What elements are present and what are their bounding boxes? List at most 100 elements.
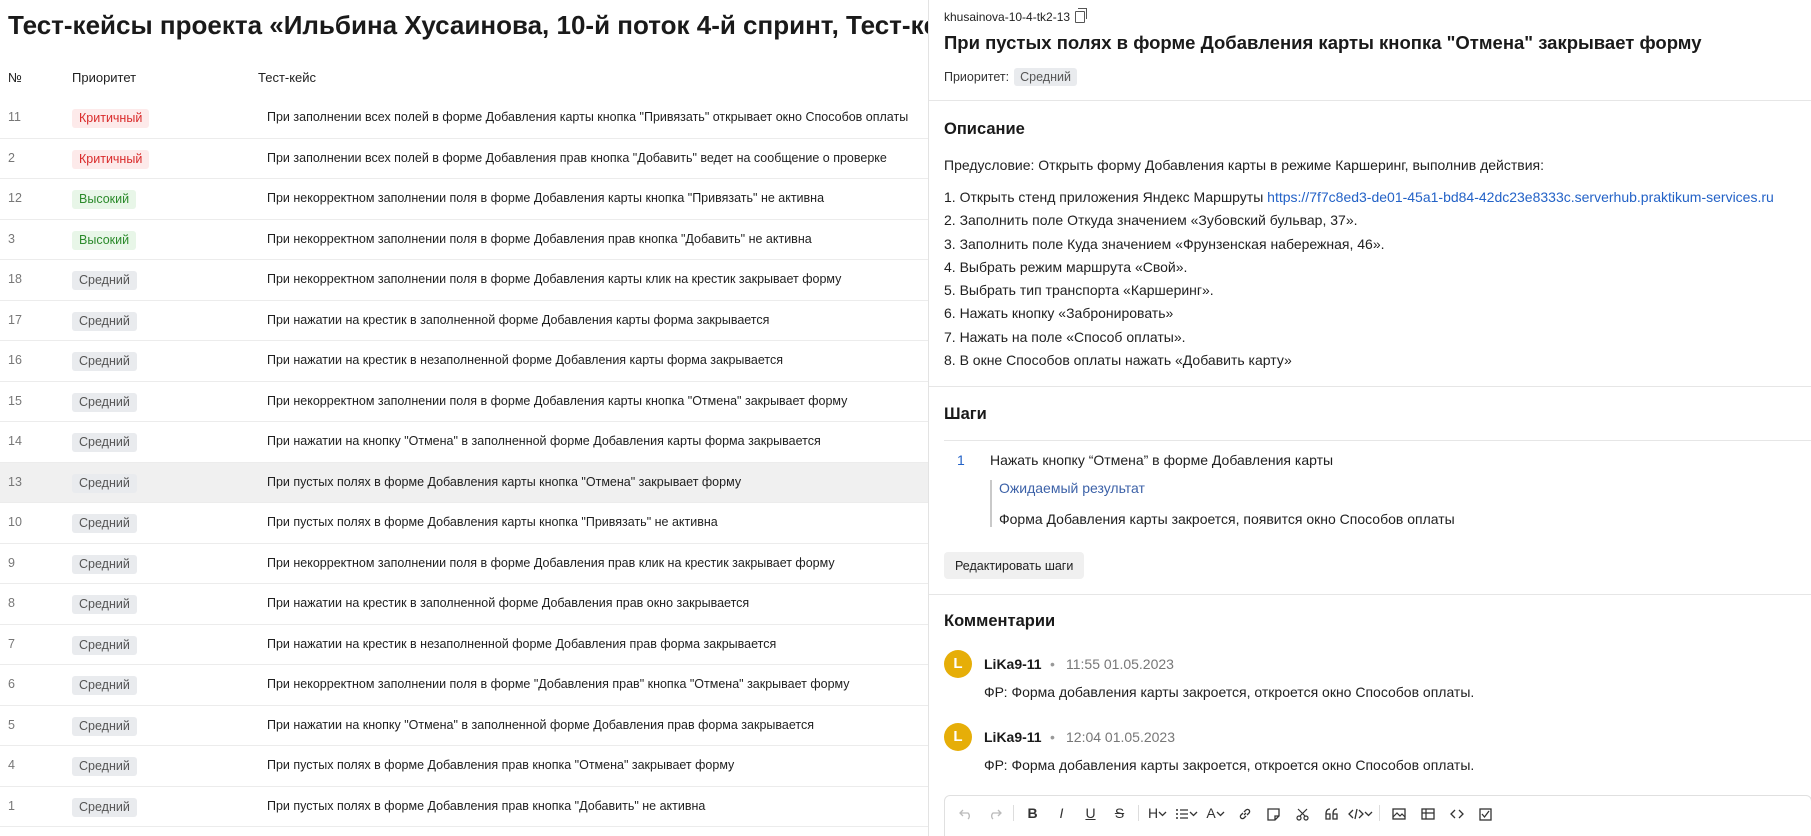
table-row[interactable]: 3 Высокий При некорректном заполнении поля… (0, 220, 928, 260)
table-row[interactable]: 10 Средний При пустых полях в форме Добавл… (0, 503, 928, 544)
table-row[interactable]: 2 Критичный При заполнении всех полей в фо… (0, 139, 928, 179)
italic-button[interactable]: I (1047, 804, 1076, 822)
test-case-name[interactable]: При заполнении всех полей в форме Добавл… (267, 151, 887, 165)
priority-badge: Средний (72, 595, 137, 614)
test-case-name[interactable]: При некорректном заполнении поля в форме… (267, 272, 841, 286)
test-case-id: khusainova-10-4-tk2-13 (944, 10, 1071, 24)
strikethrough-button[interactable]: S (1105, 804, 1134, 822)
comment-editor[interactable]: B I U S H A (944, 795, 1811, 836)
table-row[interactable]: 12 Высокий При некорректном заполнении пол… (0, 179, 928, 220)
checkbox-icon[interactable] (1471, 804, 1500, 822)
table-row[interactable]: 4 Средний При пустых полях в форме Добавле… (0, 746, 928, 787)
test-case-name[interactable]: При некорректном заполнении поля в форме… (267, 677, 850, 691)
column-header-priority[interactable]: Приоритет (72, 70, 136, 85)
editor-toolbar: B I U S H A (951, 804, 1500, 822)
copy-icon[interactable] (1075, 8, 1088, 23)
html-icon[interactable] (1442, 804, 1471, 822)
precondition-step: 6. Нажать кнопку «Забронировать» (944, 305, 1774, 328)
precondition-steps: 1. Открыть стенд приложения Яндекс Маршр… (944, 189, 1774, 375)
row-number: 12 (8, 191, 22, 205)
heading-label: H (1147, 805, 1159, 821)
test-case-name[interactable]: При нажатии на кнопку "Отмена" в заполне… (267, 718, 814, 732)
row-number: 16 (8, 353, 22, 367)
table-row[interactable]: 14 Средний При нажатии на кнопку "Отмена" … (0, 422, 928, 463)
priority-badge[interactable]: Средний (1014, 68, 1077, 86)
priority-badge: Средний (72, 797, 137, 817)
test-case-name[interactable]: При некорректном заполнении поля в форме… (267, 394, 847, 408)
table-row[interactable]: 16 Средний При нажатии на крестик в незапо… (0, 341, 928, 382)
precondition-step-text: 7. Нажать на поле «Способ оплаты». (944, 328, 1186, 345)
table-row[interactable]: 1 Средний При пустых полях в форме Добавле… (0, 787, 928, 827)
cut-icon[interactable] (1288, 804, 1317, 822)
priority-badge: Средний (72, 311, 137, 331)
table-row[interactable]: 18 Средний При некорректном заполнении пол… (0, 260, 928, 301)
row-number: 4 (8, 758, 15, 772)
underline-button[interactable]: U (1076, 804, 1105, 822)
precondition-step-text: 8. В окне Способов оплаты нажать «Добави… (944, 352, 1292, 369)
table-row[interactable]: 11 Критичный При заполнении всех полей в ф… (0, 98, 928, 139)
test-case-detail-panel: khusainova-10-4-tk2-13 При пустых полях … (928, 0, 1811, 836)
priority-badge: Средний (72, 271, 137, 290)
list-dropdown[interactable] (1172, 804, 1201, 822)
redo-icon[interactable] (980, 804, 1009, 822)
heading-dropdown[interactable]: H (1143, 804, 1172, 822)
code-dropdown[interactable] (1346, 804, 1375, 822)
table-row[interactable]: 17 Средний При нажатии на крестик в заполн… (0, 301, 928, 341)
row-number: 18 (8, 272, 22, 286)
font-color-dropdown[interactable]: A (1201, 804, 1230, 822)
test-case-name[interactable]: При нажатии на кнопку "Отмена" в заполне… (267, 434, 821, 448)
image-icon[interactable] (1384, 804, 1413, 822)
test-case-name[interactable]: При нажатии на крестик в незаполненной ф… (267, 353, 783, 367)
priority-line: Приоритет: Средний (944, 68, 1077, 86)
avatar[interactable]: L (944, 723, 972, 751)
table-row[interactable]: 8 Средний При нажатии на крестик в заполне… (0, 584, 928, 625)
comment-author[interactable]: LiKa9-11 (984, 656, 1042, 672)
quote-icon[interactable] (1317, 804, 1346, 822)
precondition-step-text: 6. Нажать кнопку «Забронировать» (944, 305, 1174, 322)
priority-badge: Средний (72, 554, 137, 574)
column-header-number[interactable]: № (8, 70, 22, 85)
test-case-name[interactable]: При пустых полях в форме Добавления карт… (267, 475, 741, 489)
test-case-name[interactable]: При нажатии на крестик в незаполненной ф… (267, 637, 776, 651)
table-row[interactable]: 6 Средний При некорректном заполнении поля… (0, 665, 928, 706)
table-row[interactable]: 7 Средний При нажатии на крестик в незапол… (0, 625, 928, 665)
comment-time: 12:04 01.05.2023 (1066, 729, 1175, 745)
table-icon[interactable] (1413, 804, 1442, 822)
note-icon[interactable] (1259, 804, 1288, 822)
edit-steps-button[interactable]: Редактировать шаги (944, 552, 1085, 579)
comment-author[interactable]: LiKa9-11 (984, 729, 1042, 745)
precondition-step-text: 2. Заполнить поле Откуда значением «Зубо… (944, 212, 1358, 229)
table-row[interactable]: 13 Средний При пустых полях в форме Добавл… (0, 462, 928, 503)
test-case-name[interactable]: При некорректном заполнении поля в форме… (267, 232, 812, 246)
test-case-name[interactable]: При пустых полях в форме Добавления прав… (267, 758, 734, 772)
test-case-name[interactable]: При некорректном заполнении поля в форме… (267, 191, 824, 205)
description-heading: Описание (944, 120, 1025, 138)
precondition-step-text: 3. Заполнить поле Куда значением «Фрунзе… (944, 235, 1385, 252)
priority-badge: Критичный (72, 109, 150, 128)
priority-badge: Средний (72, 716, 137, 736)
priority-badge: Критичный (72, 149, 150, 169)
comment-time: 11:55 01.05.2023 (1066, 656, 1174, 672)
avatar[interactable]: L (944, 650, 972, 678)
precondition-step: 1. Открыть стенд приложения Яндекс Маршр… (944, 189, 1774, 212)
test-case-name[interactable]: При пустых полях в форме Добавления прав… (267, 799, 705, 813)
test-case-name[interactable]: При некорректном заполнении поля в форме… (267, 556, 835, 570)
table-row[interactable]: 5 Средний При нажатии на кнопку "Отмена" в… (0, 706, 928, 746)
row-number: 6 (8, 677, 15, 691)
table-row[interactable]: 9 Средний При некорректном заполнении поля… (0, 544, 928, 584)
stand-link[interactable]: https://7f7c8ed3-de01-45a1-bd84-42dc23e8… (1267, 189, 1774, 205)
test-case-name[interactable]: При нажатии на крестик в заполненной фор… (267, 313, 769, 327)
priority-badge: Средний (72, 676, 137, 695)
table-row[interactable]: 15 Средний При некорректном заполнении пол… (0, 382, 928, 422)
column-header-test-case[interactable]: Тест-кейс (258, 70, 316, 85)
test-case-name[interactable]: При пустых полях в форме Добавления карт… (267, 515, 718, 529)
undo-icon[interactable] (951, 804, 980, 822)
row-number: 14 (8, 434, 22, 448)
test-case-name[interactable]: При заполнении всех полей в форме Добавл… (267, 110, 908, 124)
bold-button[interactable]: B (1018, 804, 1047, 822)
row-number: 9 (8, 555, 15, 570)
comment-text: ФР: Форма добавления карты закроется, от… (984, 757, 1475, 773)
test-case-name[interactable]: При нажатии на крестик в заполненной фор… (267, 596, 749, 610)
link-icon[interactable] (1230, 804, 1259, 822)
priority-badge: Высокий (72, 190, 137, 209)
